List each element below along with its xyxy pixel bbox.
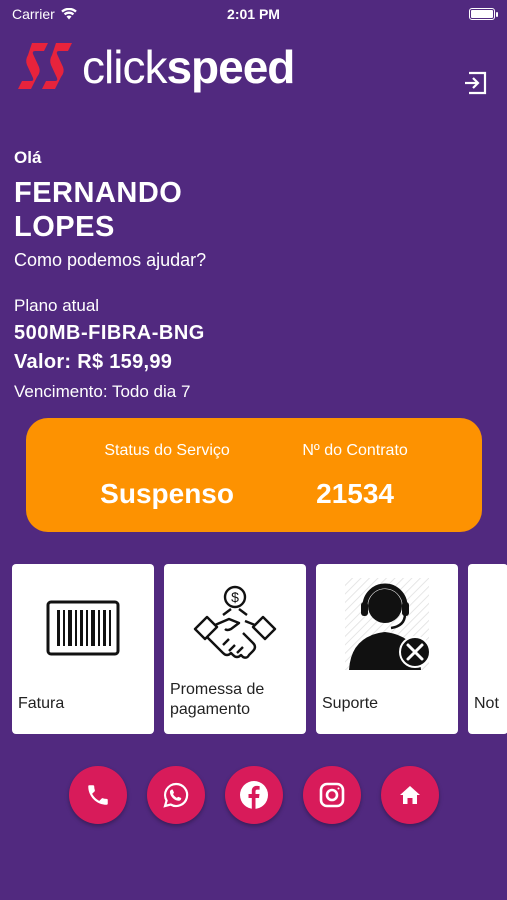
tile-notificacoes[interactable]: Not xyxy=(468,564,507,734)
contract-number: Nº do Contrato 21534 xyxy=(302,418,407,532)
service-status: Status do Serviço Suspenso xyxy=(100,418,234,532)
plan-due-date: Vencimento: Todo dia 7 xyxy=(14,382,191,401)
help-prompt: Como podemos ajudar? xyxy=(14,250,207,270)
tile-promessa-pagamento[interactable]: $ Promessa de pagamento xyxy=(164,564,306,734)
clickspeed-logo-mark xyxy=(18,43,72,89)
plan-value: Valor: R$ 159,99 xyxy=(14,351,173,373)
tile-suporte[interactable]: Suporte xyxy=(316,564,458,734)
tile-label: Not xyxy=(474,695,499,712)
clock: 2:01 PM xyxy=(227,6,280,22)
plan-section: Plano atual 500MB-FIBRA-BNG Valor: R$ 15… xyxy=(14,296,205,402)
logout-button[interactable] xyxy=(463,70,489,96)
logout-icon xyxy=(465,71,487,95)
contract-number-value: 21534 xyxy=(316,478,394,509)
brand-name-bold: speed xyxy=(166,41,295,93)
greeting-hello: Olá xyxy=(14,148,42,167)
tile-fatura[interactable]: Fatura xyxy=(12,564,154,734)
user-name: FERNANDO LOPES xyxy=(14,176,206,244)
tile-label: Fatura xyxy=(18,695,65,712)
instagram-icon xyxy=(319,782,344,808)
contact-buttons xyxy=(0,766,507,824)
status-bar: Carrier 2:01 PM xyxy=(0,0,507,28)
tile-label: Promessa de pagamento xyxy=(170,681,265,718)
service-status-label: Status do Serviço xyxy=(104,442,230,459)
plan-label: Plano atual xyxy=(14,296,100,315)
brand-logo: clickspeed xyxy=(18,40,295,94)
service-status-value: Suspenso xyxy=(100,478,234,509)
facebook-icon xyxy=(239,781,268,809)
home-button[interactable] xyxy=(380,766,439,824)
user-last-name: LOPES xyxy=(14,211,115,243)
facebook-button[interactable] xyxy=(224,766,283,824)
battery-icon xyxy=(469,8,498,20)
plan-name: 500MB-FIBRA-BNG xyxy=(14,322,205,344)
greeting-section: Olá FERNANDO LOPES Como podemos ajudar? xyxy=(14,148,206,271)
brand-name-light: click xyxy=(82,41,167,93)
handshake-money-icon: $ xyxy=(193,585,277,659)
brand-wordmark: clickspeed xyxy=(82,40,295,94)
svg-text:$: $ xyxy=(231,589,239,605)
tile-label: Suporte xyxy=(322,695,379,712)
phone-icon xyxy=(87,785,108,805)
phone-button[interactable] xyxy=(68,766,127,824)
barcode-icon xyxy=(46,600,120,656)
user-first-name: FERNANDO xyxy=(14,177,183,209)
instagram-button[interactable] xyxy=(302,766,361,824)
contract-number-label: Nº do Contrato xyxy=(302,442,408,459)
whatsapp-button[interactable] xyxy=(146,766,205,824)
service-status-card: Status do Serviço Suspenso Nº do Contrat… xyxy=(26,418,482,532)
support-agent-icon xyxy=(345,578,431,670)
home-icon xyxy=(399,786,420,804)
whatsapp-icon xyxy=(162,782,188,808)
action-tiles: Fatura $ Promessa de pagamento Suporte N… xyxy=(12,564,507,734)
